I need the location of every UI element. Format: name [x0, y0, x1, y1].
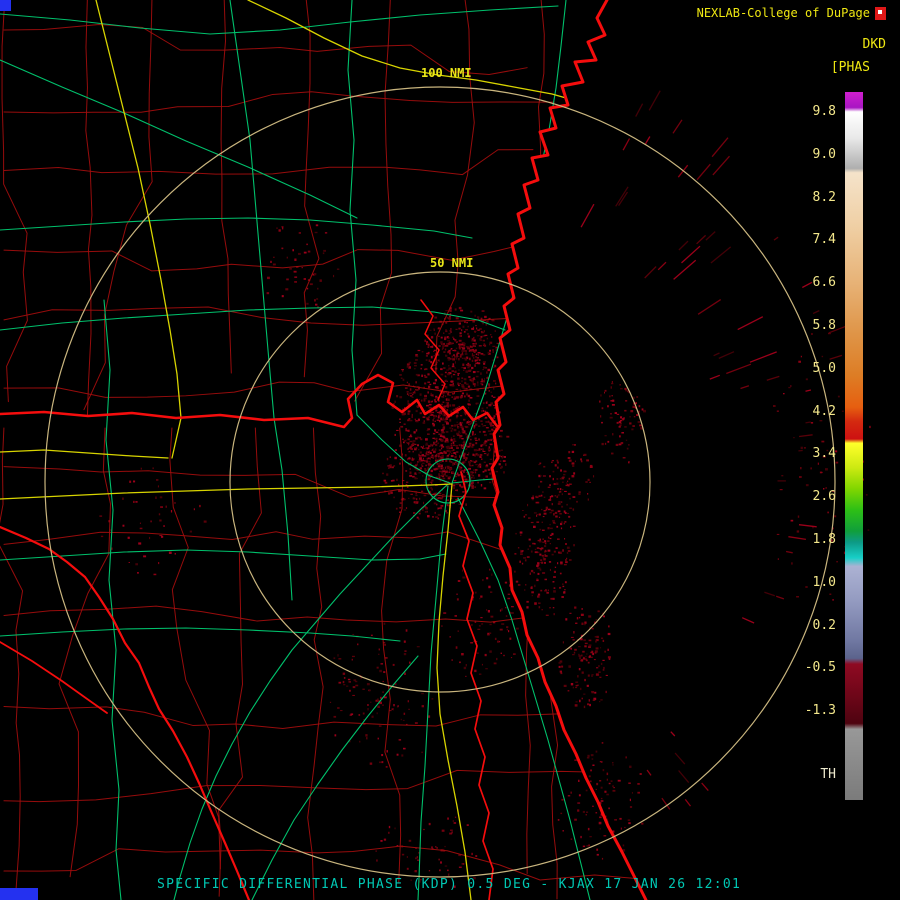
colorbar-tick: 8.2: [812, 189, 836, 205]
product-code: DKD: [862, 37, 886, 52]
county-boundaries: [0, 0, 646, 900]
range-rings: [44, 86, 836, 878]
range-ring-label: 50 NMI: [430, 256, 474, 270]
corner-marker-bottom-left: [0, 888, 38, 900]
threshold-label: TH: [820, 767, 836, 782]
colorbar-tick: 5.8: [812, 318, 836, 333]
colorbar-tick: 6.6: [812, 275, 836, 291]
radar-map: [0, 0, 871, 900]
colorbar-tick: 2.6: [812, 489, 836, 505]
colorbar-tick: 0.2: [812, 617, 836, 633]
colorbar-tick: -0.5: [804, 660, 836, 676]
radar-screen: NEXLAB-College of DuPage DKD [PHAS 9.8 9.…: [0, 0, 900, 900]
colorbar-tick: -1.3: [804, 703, 836, 719]
cod-logo-icon: [875, 6, 886, 20]
echo-layer: [99, 90, 871, 888]
corner-marker-top-left: [0, 0, 11, 11]
product-caption: SPECIFIC DIFFERENTIAL PHASE (KDP) 0.5 DE…: [157, 877, 742, 892]
colorbar-tick: 9.8: [812, 104, 836, 119]
header: NEXLAB-College of DuPage: [697, 6, 886, 20]
colorbar-tick: 1.0: [812, 574, 836, 590]
colorbar-tick: 7.4: [812, 232, 836, 248]
colorbar: [845, 92, 863, 800]
colorbar-tick: 4.2: [812, 403, 836, 419]
colorbar-tick: 1.8: [812, 532, 836, 547]
colorbar-tick: 3.4: [812, 446, 836, 462]
range-ring-label: 100 NMI: [421, 66, 472, 80]
page-title: NEXLAB-College of DuPage: [696, 6, 870, 20]
colorbar-tick: 9.0: [812, 146, 836, 162]
units-label: [PHAS: [830, 60, 870, 75]
border-layer: [0, 0, 648, 900]
colorbar-tick: 5.0: [812, 360, 836, 376]
